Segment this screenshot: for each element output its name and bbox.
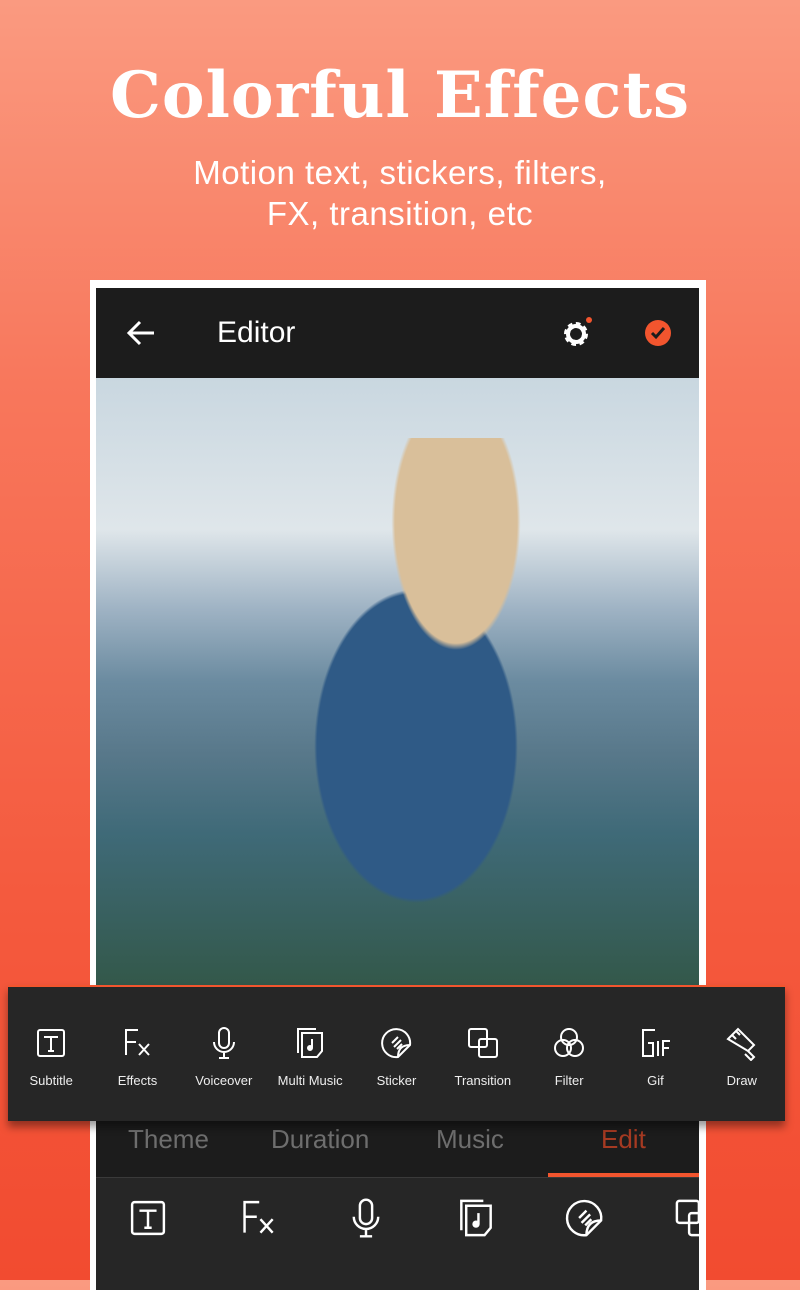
tool-label: Transition (454, 1073, 512, 1088)
microphone-icon (212, 1027, 235, 1059)
music-file-icon[interactable] (454, 1196, 498, 1240)
tool-filter[interactable]: Filter (526, 1025, 612, 1121)
tool-label: Sticker (376, 1073, 417, 1088)
promo-subtitle: Motion text, stickers, filters, FX, tran… (0, 152, 800, 234)
tab-theme[interactable]: Theme (128, 1124, 209, 1155)
back-arrow-icon[interactable] (126, 318, 156, 348)
music-file-icon (297, 1028, 324, 1058)
tool-label: Filter (554, 1073, 584, 1088)
tool-subtitle[interactable]: Subtitle (8, 1025, 94, 1121)
tool-multi-music[interactable]: Multi Music (267, 1025, 353, 1121)
tab-edit[interactable]: Edit (601, 1124, 646, 1155)
tab-music[interactable]: Music (436, 1124, 504, 1155)
tool-transition[interactable]: Transition (440, 1025, 526, 1121)
promo-title: Colorful Effects (109, 58, 691, 133)
subtitle-line: FX, transition, etc (266, 195, 534, 232)
tool-label: Subtitle (29, 1073, 73, 1088)
tool-voiceover[interactable]: Voiceover (181, 1025, 267, 1121)
sticker-icon (381, 1028, 412, 1059)
preview-subject (216, 438, 616, 998)
gif-icon (642, 1029, 672, 1057)
transition-icon (467, 1028, 498, 1058)
sticker-icon[interactable] (562, 1196, 606, 1240)
subtitle-line: Motion text, stickers, filters, (193, 154, 607, 191)
effects-toolbar: Subtitle Effects Voiceover Multi Music S… (8, 985, 785, 1121)
text-box-icon (37, 1029, 66, 1057)
active-tab-indicator (548, 1173, 699, 1177)
fx-icon[interactable] (236, 1196, 280, 1240)
filter-icon (554, 1028, 585, 1057)
app-header: Editor (96, 288, 699, 378)
tool-gif[interactable]: Gif (612, 1025, 698, 1121)
tool-label: Effects (117, 1073, 158, 1088)
editor-screen: Editor Theme Duration Music Edit (96, 288, 699, 1290)
text-box-icon[interactable] (126, 1196, 170, 1240)
tool-label: Draw (726, 1073, 757, 1088)
brush-icon (726, 1028, 755, 1061)
microphone-icon[interactable] (344, 1196, 388, 1240)
tool-draw[interactable]: Draw (699, 1025, 785, 1121)
tool-label: Gif (647, 1073, 664, 1088)
tool-sticker[interactable]: Sticker (353, 1025, 439, 1121)
phone-frame: Editor Theme Duration Music Edit (90, 280, 706, 1290)
page-title: Editor (217, 316, 296, 349)
settings-gear-icon[interactable] (562, 316, 596, 350)
tool-label: Multi Music (277, 1073, 343, 1088)
fx-icon (125, 1029, 151, 1056)
tool-effects[interactable]: Effects (94, 1025, 180, 1121)
confirm-check-icon[interactable] (644, 319, 672, 347)
tool-label: Voiceover (195, 1073, 253, 1088)
video-preview[interactable] (96, 378, 699, 998)
transition-icon[interactable] (672, 1196, 699, 1240)
tab-duration[interactable]: Duration (271, 1124, 369, 1155)
